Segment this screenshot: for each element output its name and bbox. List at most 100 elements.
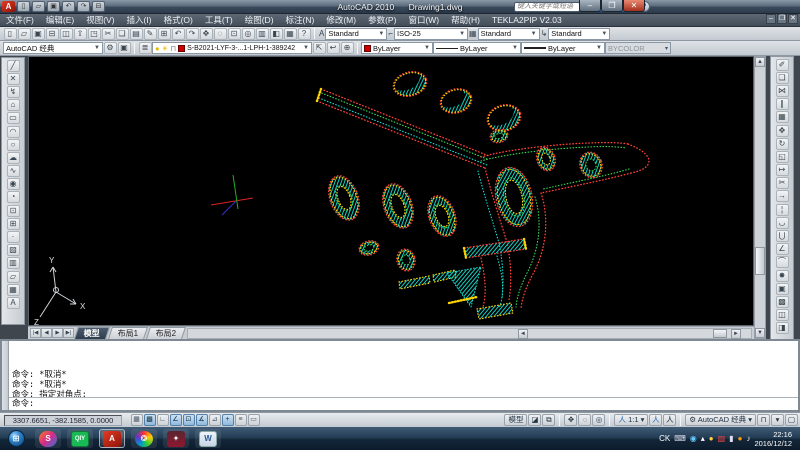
block-editor-button[interactable]: ⊞ xyxy=(158,28,171,40)
app-restore-button[interactable]: ❐ xyxy=(601,0,623,12)
qat-save-icon[interactable]: ▣ xyxy=(47,1,60,12)
doc-minimize-button[interactable]: – xyxy=(766,14,776,24)
array-button[interactable]: ▦ xyxy=(776,111,789,123)
snap-toggle[interactable]: ▦ xyxy=(131,414,143,426)
ortho-toggle[interactable]: ∟ xyxy=(157,414,169,426)
break-at-point-button[interactable]: ¦ xyxy=(776,204,789,216)
annotation-scale-button[interactable]: 人 1:1 ▾ xyxy=(614,414,648,426)
table-style-combo[interactable]: Standard▼ xyxy=(478,28,540,40)
plot-preview-button[interactable]: ◫ xyxy=(60,28,73,40)
drawing-viewport[interactable]: .dr{stroke:#ff4136;fill:none;stroke-widt… xyxy=(28,56,754,326)
menu-item[interactable]: 文件(F) xyxy=(0,14,40,27)
extend-button[interactable]: → xyxy=(776,190,789,202)
qat-plot-icon[interactable]: ⊟ xyxy=(92,1,105,12)
workspace-settings-icon[interactable]: ⚙ xyxy=(104,42,117,54)
workspace-combo[interactable]: AutoCAD 经典▼ xyxy=(3,42,103,54)
revision-cloud-button[interactable]: ☁ xyxy=(7,152,20,164)
qp-toggle[interactable]: ▭ xyxy=(248,414,260,426)
command-window[interactable]: 命令: *取消*命令: *取消*命令: 指定对角点:命令: *取消*命令: *取… xyxy=(0,339,800,412)
search-input[interactable] xyxy=(514,2,580,12)
zoom-realtime-button[interactable]: ◌ xyxy=(214,28,227,40)
line-button[interactable]: ╱ xyxy=(7,60,20,72)
make-layer-current-icon[interactable]: ⇱ xyxy=(313,42,326,54)
erase-button[interactable]: ✐ xyxy=(776,59,789,71)
quick-view-drawings-icon[interactable]: ⧉ xyxy=(542,414,555,426)
polar-toggle[interactable]: ∠ xyxy=(170,414,182,426)
save-button[interactable]: ▣ xyxy=(32,28,45,40)
menu-item[interactable]: 编辑(E) xyxy=(40,14,80,27)
export-dwf-button[interactable]: ◳ xyxy=(88,28,101,40)
mleader-style-combo[interactable]: Standard▼ xyxy=(548,28,610,40)
osnap-toggle[interactable]: ⊡ xyxy=(183,414,195,426)
ime-language-label[interactable]: CK xyxy=(659,434,670,443)
menu-item[interactable]: 插入(I) xyxy=(121,14,158,27)
dim-style-combo[interactable]: ISO-25▼ xyxy=(394,28,468,40)
layer-freeze-sun-icon[interactable]: ☀ xyxy=(162,44,169,53)
keyboard-icon[interactable]: ⌨ xyxy=(674,434,686,444)
vertical-scroll-thumb[interactable] xyxy=(755,247,765,275)
command-prompt[interactable]: 命令: xyxy=(9,397,798,410)
taskbar-redapp-icon[interactable]: ✦ xyxy=(163,429,189,448)
annotation-visibility-icon[interactable]: 人 xyxy=(649,414,662,426)
circle-button[interactable]: ○ xyxy=(7,139,20,151)
taskbar-pinwheel-icon[interactable]: ❂ xyxy=(131,429,157,448)
copy-button[interactable]: ❏ xyxy=(776,72,789,84)
trim-button[interactable]: ✂ xyxy=(776,177,789,189)
menu-item[interactable]: 修改(M) xyxy=(320,14,362,27)
qat-redo-icon[interactable]: ↷ xyxy=(77,1,90,12)
grid-toggle[interactable]: ▩ xyxy=(144,414,156,426)
redo-button[interactable]: ↷ xyxy=(186,28,199,40)
layout-tab[interactable]: 模型 xyxy=(74,327,110,339)
mtext-button[interactable]: A xyxy=(7,297,20,309)
menu-item[interactable]: 工具(T) xyxy=(199,14,239,27)
gradient-button[interactable]: ▥ xyxy=(7,257,20,269)
scroll-right-icon[interactable]: ► xyxy=(731,329,741,339)
color-combo[interactable]: ByLayer▼ xyxy=(361,42,433,54)
scroll-down-icon[interactable]: ▼ xyxy=(755,328,765,338)
qat-undo-icon[interactable]: ↶ xyxy=(62,1,75,12)
break-button[interactable]: ◡ xyxy=(776,217,789,229)
ellipse-arc-button[interactable]: ◔ xyxy=(7,191,20,203)
designcenter-button[interactable]: ◧ xyxy=(270,28,283,40)
pan-button[interactable]: ✥ xyxy=(200,28,213,40)
scroll-up-icon[interactable]: ▲ xyxy=(755,57,765,67)
annotation-autoscale-icon[interactable]: 人 xyxy=(663,414,676,426)
rotate-button[interactable]: ↻ xyxy=(776,138,789,150)
menu-item[interactable]: TEKLA2PIP V2.03 xyxy=(486,14,568,27)
save-workspace-icon[interactable]: ▣ xyxy=(118,42,131,54)
region-button[interactable]: ▱ xyxy=(7,271,20,283)
zoom-window-button[interactable]: ⊡ xyxy=(228,28,241,40)
ducs-toggle[interactable]: ⊿ xyxy=(209,414,221,426)
menu-item[interactable]: 绘图(D) xyxy=(239,14,280,27)
tool-palettes-button[interactable]: ▦ xyxy=(284,28,297,40)
taskbar-sogou-icon[interactable]: S xyxy=(35,429,61,448)
stretch-button[interactable]: ↦ xyxy=(776,164,789,176)
mirror-button[interactable]: ⋈ xyxy=(776,85,789,97)
help-button[interactable]: ? xyxy=(298,28,311,40)
join-button[interactable]: ⋃ xyxy=(776,230,789,242)
draworder-under-button[interactable]: ◨ xyxy=(776,322,789,334)
layer-states-icon[interactable]: ⊕ xyxy=(341,42,354,54)
notification-dot-icon[interactable]: ● xyxy=(738,434,743,444)
linetype-combo[interactable]: ByLayer▼ xyxy=(433,42,521,54)
draworder-above-button[interactable]: ◫ xyxy=(776,309,789,321)
polyline-button[interactable]: ↯ xyxy=(7,86,20,98)
quick-view-layouts-icon[interactable]: ◪ xyxy=(528,414,541,426)
start-button[interactable]: ⊞ xyxy=(3,429,29,448)
action-center-flag-icon[interactable]: ▨ xyxy=(718,434,726,444)
ime-icon[interactable]: ◉ xyxy=(690,434,697,444)
undo-button[interactable]: ↶ xyxy=(172,28,185,40)
offset-button[interactable]: ∥ xyxy=(776,98,789,110)
tab-nav-arrow-icon[interactable]: ▶ xyxy=(52,328,63,338)
menu-item[interactable]: 标注(N) xyxy=(280,14,321,27)
point-button[interactable]: · xyxy=(7,231,20,243)
menu-item[interactable]: 视图(V) xyxy=(80,14,120,27)
qat-open-icon[interactable]: ▱ xyxy=(32,1,45,12)
rectangle-button[interactable]: ▭ xyxy=(7,112,20,124)
layout-tab[interactable]: 布局1 xyxy=(108,327,148,339)
layout-tab[interactable]: 布局2 xyxy=(147,327,187,339)
fillet-button[interactable]: ⌒ xyxy=(776,256,789,268)
tray-expand-icon[interactable]: ▴ xyxy=(701,434,705,444)
menu-item[interactable]: 帮助(H) xyxy=(445,14,486,27)
menu-item[interactable]: 参数(P) xyxy=(362,14,402,27)
